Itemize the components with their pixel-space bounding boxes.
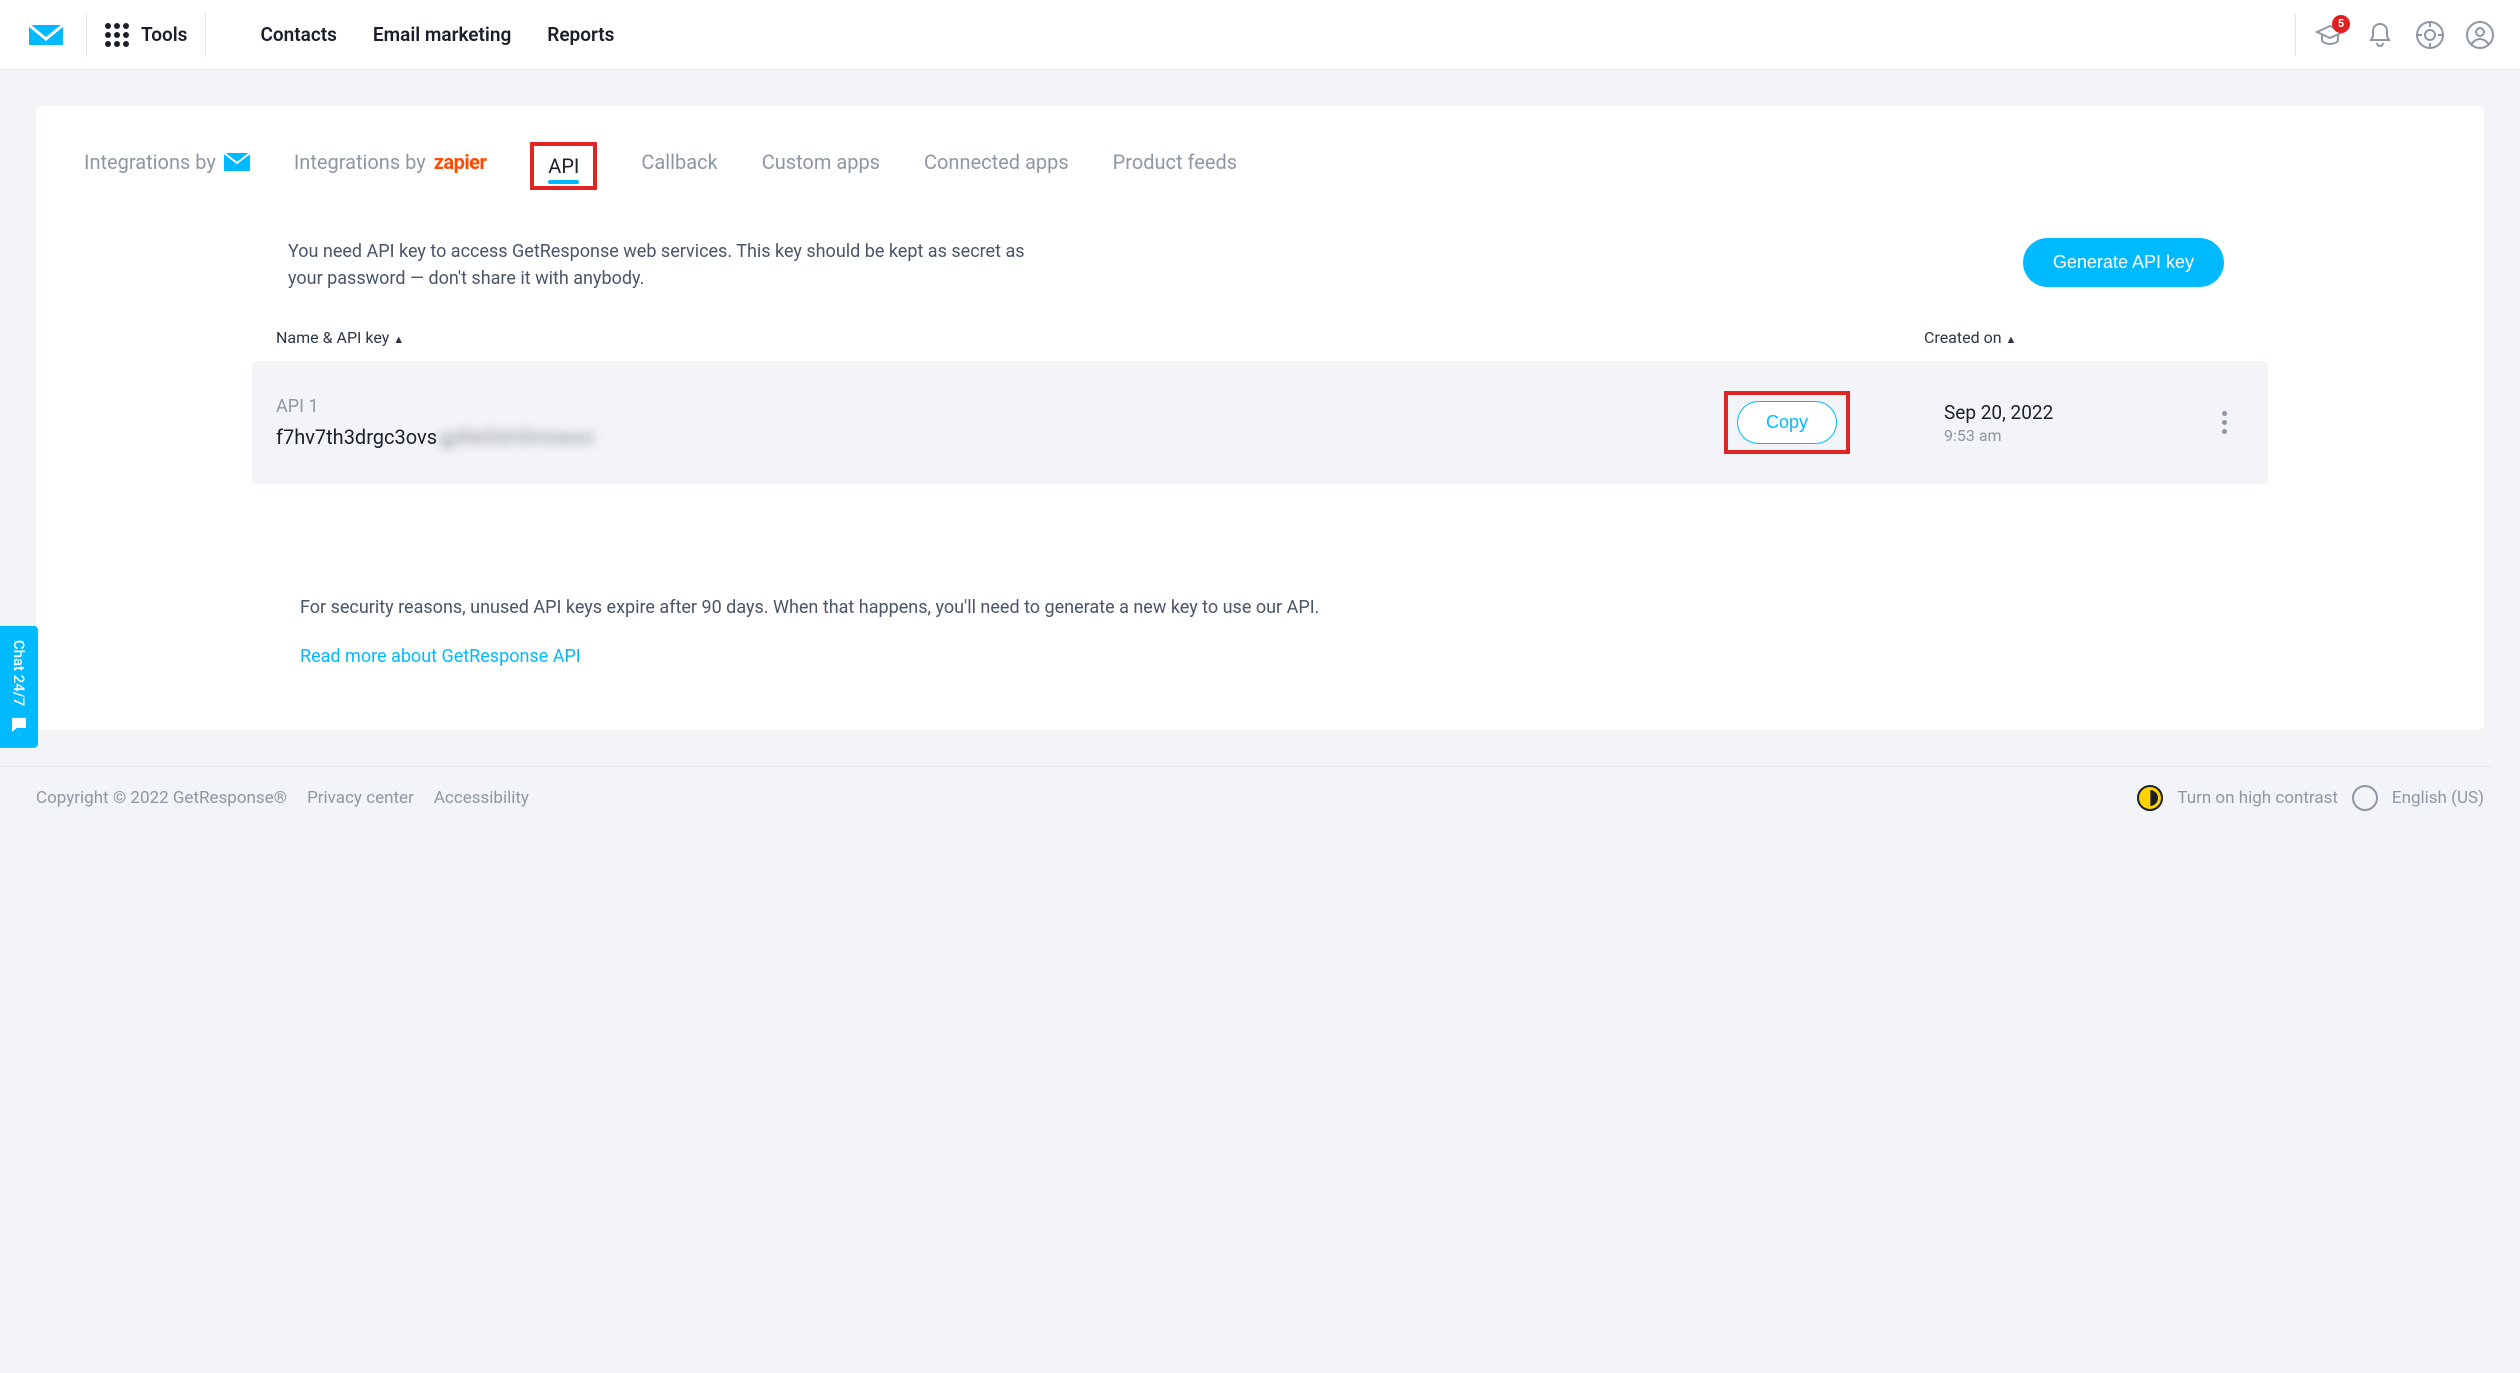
api-key-value: f7hv7th3drgc3ovsgj4le0lsh5mixesn	[276, 425, 1724, 449]
api-key-hidden: gj4le0lsh5mixesn	[439, 425, 595, 449]
zapier-logo: zapier	[434, 150, 487, 174]
nav-link-contacts[interactable]: Contacts	[260, 23, 336, 46]
read-more-link[interactable]: Read more about GetResponse API	[300, 643, 581, 670]
nav-right: 5	[2295, 14, 2496, 56]
tab-label: Integrations by	[84, 150, 216, 174]
bell-icon[interactable]	[2364, 19, 2396, 51]
divider	[205, 13, 206, 57]
intro-text: You need API key to access GetResponse w…	[288, 238, 1048, 292]
scrollbar[interactable]	[2492, 70, 2520, 1373]
help-icon[interactable]	[2414, 19, 2446, 51]
chat-tab[interactable]: Chat 24/7	[0, 625, 38, 747]
apps-icon	[105, 23, 129, 47]
table-header: Name & API key▲ Created on▲	[252, 328, 2268, 361]
nav-link-reports[interactable]: Reports	[547, 23, 614, 46]
copy-button[interactable]: Copy	[1737, 401, 1837, 444]
highlight-box: Copy	[1724, 391, 1850, 454]
generate-api-key-button[interactable]: Generate API key	[2023, 238, 2224, 287]
tab-product-feeds[interactable]: Product feeds	[1113, 150, 1237, 182]
chat-icon	[10, 716, 28, 734]
tab-connected-apps[interactable]: Connected apps	[924, 150, 1069, 182]
row-actions	[2204, 411, 2244, 434]
tab-label: API	[548, 154, 579, 178]
column-header-name[interactable]: Name & API key▲	[276, 328, 1924, 347]
column-header-created[interactable]: Created on▲	[1924, 328, 2244, 347]
divider	[2295, 14, 2296, 56]
created-date: Sep 20, 2022	[1944, 401, 2204, 424]
created-cell: Sep 20, 2022 9:53 am	[1944, 401, 2204, 445]
key-cell: API 1 f7hv7th3drgc3ovsgj4le0lsh5mixesn	[276, 396, 1724, 449]
notification-badge: 5	[2332, 15, 2350, 33]
footnote: For security reasons, unused API keys ex…	[36, 594, 2484, 670]
logo-icon[interactable]	[24, 13, 68, 57]
main-card: Integrations by Integrations by zapier A…	[36, 106, 2484, 730]
api-key-name: API 1	[276, 396, 1724, 417]
footer-copyright: Copyright © 2022 GetResponse®	[36, 788, 287, 808]
tab-api[interactable]: API	[530, 142, 597, 190]
tab-integrations-getresponse[interactable]: Integrations by	[84, 150, 250, 182]
tab-label: Custom apps	[762, 150, 880, 174]
top-nav: Tools Contacts Email marketing Reports 5	[0, 0, 2520, 70]
globe-icon	[2352, 785, 2378, 811]
tools-label: Tools	[141, 23, 187, 46]
tab-bar: Integrations by Integrations by zapier A…	[36, 106, 2484, 214]
footer-link-privacy[interactable]: Privacy center	[307, 788, 414, 808]
footer-link-accessibility[interactable]: Accessibility	[434, 788, 529, 808]
tab-integrations-zapier[interactable]: Integrations by zapier	[294, 150, 486, 182]
divider	[86, 13, 87, 57]
kebab-menu-icon[interactable]	[2222, 411, 2227, 434]
footnote-text: For security reasons, unused API keys ex…	[300, 594, 2224, 621]
copy-cell: Copy	[1724, 391, 1944, 454]
chat-label: Chat 24/7	[10, 639, 28, 705]
tab-label: Integrations by	[294, 150, 426, 174]
page-content: Integrations by Integrations by zapier A…	[0, 70, 2520, 730]
created-time: 9:53 am	[1944, 426, 2204, 445]
language-selector[interactable]: English (US)	[2392, 788, 2484, 808]
sort-caret-icon: ▲	[2006, 333, 2017, 346]
nav-link-email-marketing[interactable]: Email marketing	[373, 23, 511, 46]
footer: Copyright © 2022 GetResponse® Privacy ce…	[0, 766, 2520, 811]
profile-icon[interactable]	[2464, 19, 2496, 51]
contrast-icon	[2137, 785, 2163, 811]
tab-label: Callback	[641, 150, 717, 174]
intro-row: You need API key to access GetResponse w…	[36, 238, 2484, 292]
tab-label: Connected apps	[924, 150, 1069, 174]
tab-custom-apps[interactable]: Custom apps	[762, 150, 880, 182]
api-key-table: Name & API key▲ Created on▲ API 1 f7hv7t…	[36, 328, 2484, 484]
tools-menu[interactable]: Tools	[105, 23, 187, 47]
tab-label: Product feeds	[1113, 150, 1237, 174]
high-contrast-toggle[interactable]: Turn on high contrast	[2177, 788, 2338, 808]
tab-callback[interactable]: Callback	[641, 150, 717, 182]
tab-content: You need API key to access GetResponse w…	[36, 214, 2484, 670]
footer-right: Turn on high contrast English (US)	[2137, 785, 2484, 811]
graduation-icon[interactable]: 5	[2314, 19, 2346, 51]
sort-caret-icon: ▲	[393, 333, 404, 346]
table-row: API 1 f7hv7th3drgc3ovsgj4le0lsh5mixesn C…	[252, 361, 2268, 484]
envelope-icon	[224, 153, 250, 171]
nav-links: Contacts Email marketing Reports	[260, 23, 614, 46]
